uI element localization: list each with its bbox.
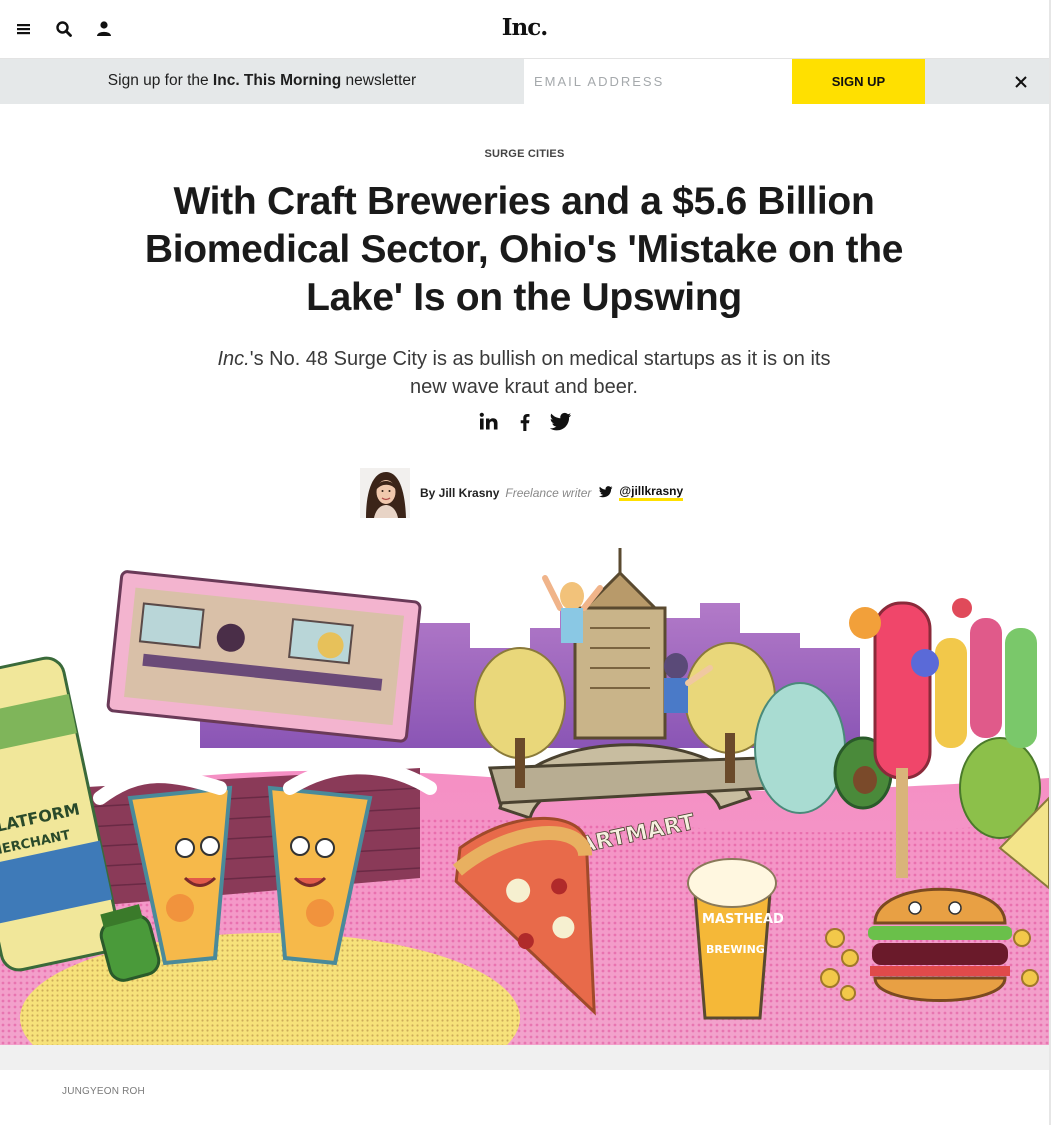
newsletter-prefix: Sign up for the bbox=[107, 72, 213, 89]
facebook-icon[interactable] bbox=[514, 411, 536, 433]
article-headline: With Craft Breweries and a $5.6 Billion … bbox=[144, 180, 904, 319]
linkedin-icon[interactable] bbox=[478, 411, 500, 433]
glass-label-2: BREWING bbox=[706, 943, 765, 956]
author-avatar[interactable] bbox=[360, 468, 410, 518]
newsletter-suffix: newsletter bbox=[341, 72, 417, 89]
email-field[interactable] bbox=[524, 59, 792, 104]
glass-label-1: MASTHEAD bbox=[702, 912, 784, 927]
newsletter-name: Inc. This Morning bbox=[212, 72, 342, 89]
sign-up-button[interactable]: SIGN UP bbox=[792, 59, 925, 104]
inc-logo[interactable]: Inc. bbox=[0, 14, 1049, 41]
dek-publication: Inc. bbox=[217, 348, 250, 370]
author-name[interactable]: By Jill Krasny bbox=[420, 486, 499, 500]
twitter-small-icon bbox=[599, 486, 613, 500]
section-kicker[interactable]: SURGE CITIES bbox=[0, 148, 1049, 160]
close-icon[interactable] bbox=[1013, 74, 1029, 90]
byline: By Jill Krasny Freelance writer @jillkra… bbox=[360, 468, 684, 518]
newsletter-prompt: Sign up for the Inc. This Morning newsle… bbox=[0, 72, 524, 90]
top-bar: Inc. bbox=[0, 0, 1049, 59]
newsletter-bar: Sign up for the Inc. This Morning newsle… bbox=[0, 59, 1049, 104]
image-credit: JUNGYEON ROH bbox=[62, 1086, 145, 1097]
share-bar bbox=[0, 411, 1049, 433]
author-role: Freelance writer bbox=[505, 486, 592, 500]
hero-illustration[interactable]: PLATFORM MERCHANT STARTMART MASTHEAD BRE… bbox=[0, 548, 1049, 1045]
article-dek: Inc.'s No. 48 Surge City is as bullish o… bbox=[200, 345, 848, 401]
image-caption-band bbox=[0, 1045, 1049, 1070]
twitter-icon[interactable] bbox=[549, 411, 572, 433]
dek-text: 's No. 48 Surge City is as bullish on me… bbox=[249, 348, 831, 398]
author-twitter-link[interactable]: @jillkrasny bbox=[619, 485, 684, 501]
